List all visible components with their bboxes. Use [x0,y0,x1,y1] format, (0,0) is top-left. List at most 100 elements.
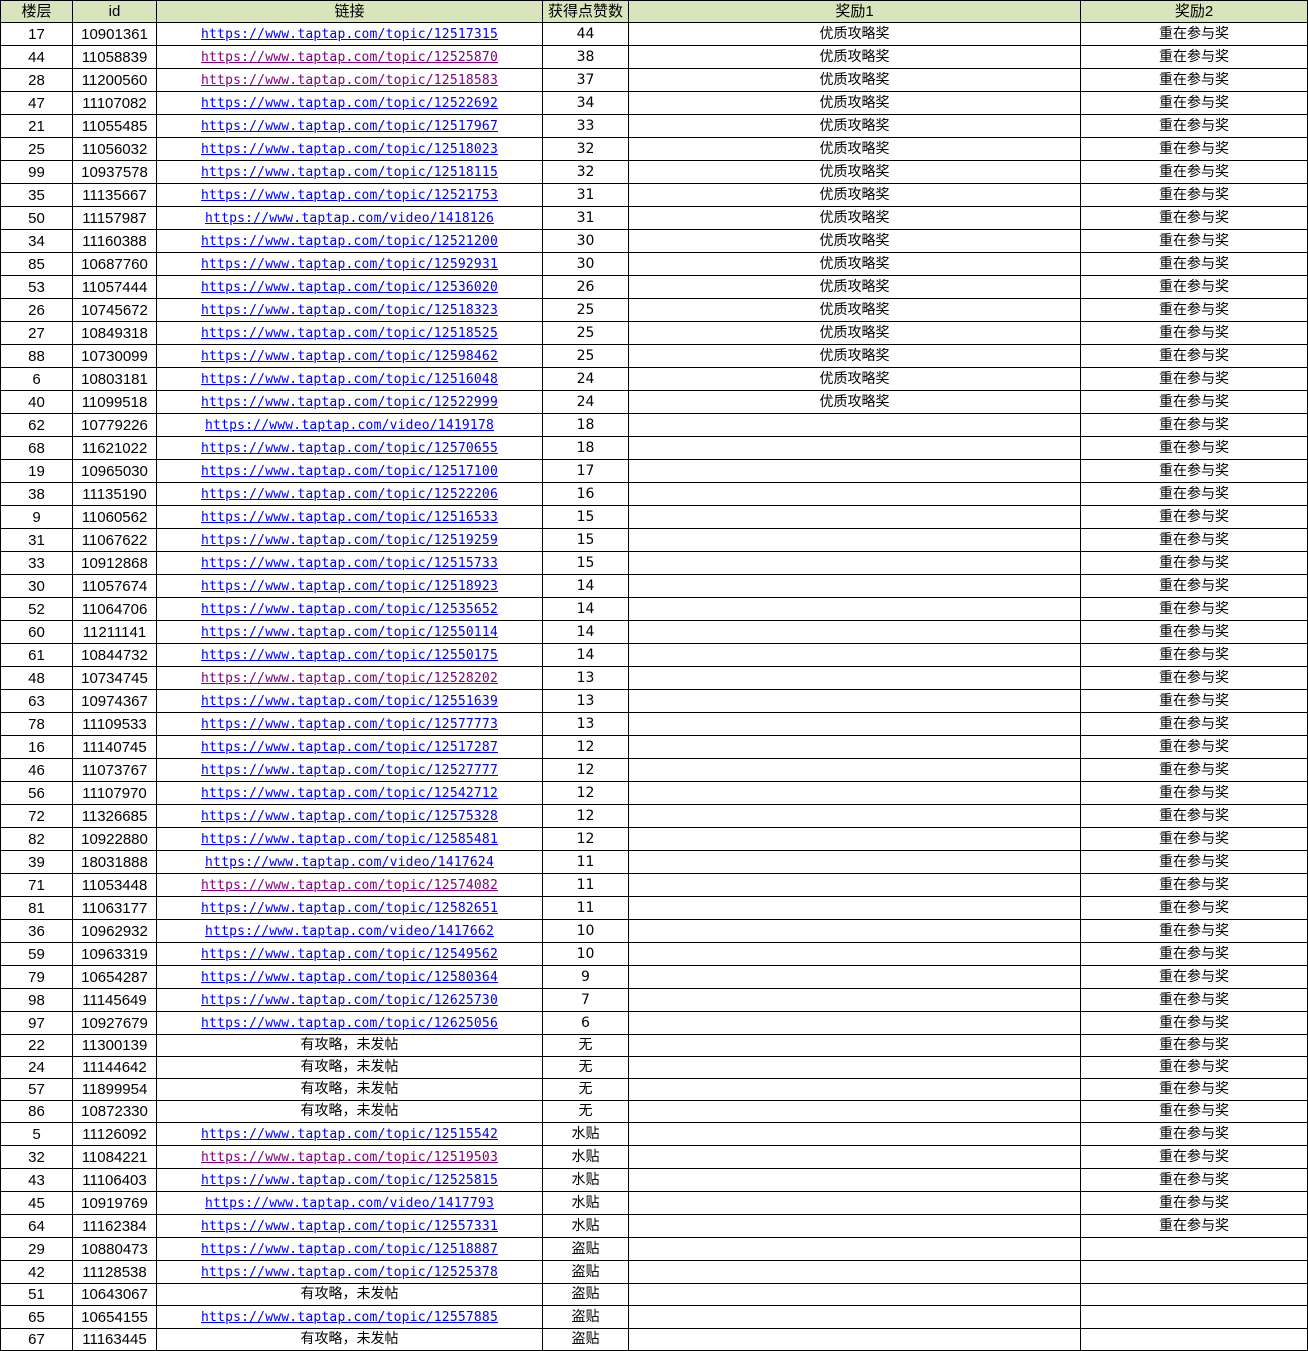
cell-id[interactable]: 10730099 [72,344,157,368]
cell-id[interactable]: 18031888 [72,850,157,874]
cell-id[interactable]: 10922880 [72,827,157,851]
cell-floor[interactable]: 81 [0,896,73,920]
cell-floor[interactable]: 99 [0,160,73,184]
cell-id[interactable]: 11144642 [72,1056,157,1079]
post-link[interactable]: https://www.taptap.com/topic/12517315 [201,27,498,42]
cell-likes[interactable]: 7 [542,988,629,1012]
cell-reward1[interactable] [628,781,1081,805]
cell-floor[interactable]: 6 [0,367,73,391]
cell-likes[interactable]: 盗贴 [542,1237,629,1261]
cell-likes[interactable]: 33 [542,114,629,138]
cell-reward1[interactable] [628,1100,1081,1123]
cell-reward2[interactable]: 重在参与奖 [1080,896,1308,920]
cell-reward1[interactable] [628,1011,1081,1035]
cell-likes[interactable]: 25 [542,344,629,368]
cell-reward1[interactable] [628,505,1081,529]
cell-reward2[interactable]: 重在参与奖 [1080,1122,1308,1146]
cell-link[interactable]: https://www.taptap.com/topic/12518583 [156,68,543,92]
post-link[interactable]: https://www.taptap.com/topic/12518115 [201,165,498,180]
post-link[interactable]: https://www.taptap.com/video/1419178 [205,418,494,433]
cell-floor[interactable]: 45 [0,1191,73,1215]
cell-likes[interactable]: 12 [542,781,629,805]
cell-link[interactable]: https://www.taptap.com/topic/12522206 [156,482,543,506]
cell-reward1[interactable] [628,965,1081,989]
cell-link[interactable]: https://www.taptap.com/topic/12535652 [156,597,543,621]
cell-likes[interactable]: 31 [542,206,629,230]
cell-link[interactable]: https://www.taptap.com/topic/12519259 [156,528,543,552]
cell-reward1[interactable]: 优质攻略奖 [628,45,1081,69]
cell-link-note[interactable]: 有攻略，未发帖 [156,1056,543,1079]
cell-floor[interactable]: 57 [0,1078,73,1101]
cell-link[interactable]: https://www.taptap.com/topic/12518923 [156,574,543,598]
cell-id[interactable]: 11067622 [72,528,157,552]
cell-likes[interactable]: 14 [542,597,629,621]
cell-floor[interactable]: 48 [0,666,73,690]
cell-likes[interactable]: 15 [542,505,629,529]
cell-likes[interactable]: 12 [542,735,629,759]
cell-floor[interactable]: 30 [0,574,73,598]
cell-reward1[interactable] [628,942,1081,966]
cell-reward2[interactable]: 重在参与奖 [1080,1191,1308,1215]
cell-reward2[interactable]: 重在参与奖 [1080,1168,1308,1192]
cell-id[interactable]: 10962932 [72,919,157,943]
cell-reward1[interactable] [628,551,1081,575]
cell-reward1[interactable] [628,1305,1081,1329]
cell-likes[interactable]: 18 [542,413,629,437]
cell-link[interactable]: https://www.taptap.com/topic/12515542 [156,1122,543,1146]
cell-floor[interactable]: 29 [0,1237,73,1261]
cell-reward1[interactable]: 优质攻略奖 [628,298,1081,322]
cell-reward2[interactable]: 重在参与奖 [1080,183,1308,207]
cell-floor[interactable]: 56 [0,781,73,805]
cell-id[interactable]: 10643067 [72,1283,157,1306]
cell-id[interactable]: 10901361 [72,22,157,46]
cell-likes[interactable]: 水贴 [542,1145,629,1169]
cell-reward2[interactable]: 重在参与奖 [1080,413,1308,437]
cell-reward2[interactable]: 重在参与奖 [1080,551,1308,575]
cell-reward2[interactable]: 重在参与奖 [1080,689,1308,713]
cell-reward2[interactable] [1080,1283,1308,1306]
cell-reward2[interactable]: 重在参与奖 [1080,574,1308,598]
cell-link[interactable]: https://www.taptap.com/topic/12515733 [156,551,543,575]
cell-floor[interactable]: 71 [0,873,73,897]
cell-link[interactable]: https://www.taptap.com/topic/12598462 [156,344,543,368]
cell-floor[interactable]: 27 [0,321,73,345]
cell-reward2[interactable]: 重在参与奖 [1080,229,1308,253]
cell-reward1[interactable] [628,712,1081,736]
cell-reward1[interactable] [628,804,1081,828]
post-link[interactable]: https://www.taptap.com/video/1417624 [205,855,494,870]
cell-likes[interactable]: 11 [542,896,629,920]
cell-link[interactable]: https://www.taptap.com/topic/12582651 [156,896,543,920]
cell-reward2[interactable]: 重在参与奖 [1080,758,1308,782]
cell-id[interactable]: 11899954 [72,1078,157,1101]
cell-likes[interactable]: 18 [542,436,629,460]
cell-floor[interactable]: 63 [0,689,73,713]
cell-reward2[interactable]: 重在参与奖 [1080,298,1308,322]
cell-reward2[interactable]: 重在参与奖 [1080,505,1308,529]
cell-floor[interactable]: 72 [0,804,73,828]
cell-likes[interactable]: 无 [542,1100,629,1123]
cell-floor[interactable]: 9 [0,505,73,529]
cell-id[interactable]: 11140745 [72,735,157,759]
cell-likes[interactable]: 25 [542,321,629,345]
cell-id[interactable]: 11157987 [72,206,157,230]
cell-floor[interactable]: 43 [0,1168,73,1192]
cell-id[interactable]: 11058839 [72,45,157,69]
cell-reward2[interactable]: 重在参与奖 [1080,1056,1308,1079]
post-link[interactable]: https://www.taptap.com/topic/12527777 [201,763,498,778]
cell-floor[interactable]: 21 [0,114,73,138]
post-link[interactable]: https://www.taptap.com/topic/12521753 [201,188,498,203]
cell-floor[interactable]: 52 [0,597,73,621]
cell-likes[interactable]: 38 [542,45,629,69]
cell-reward1[interactable] [628,1214,1081,1238]
cell-floor[interactable]: 97 [0,1011,73,1035]
cell-id[interactable]: 11326685 [72,804,157,828]
cell-reward1[interactable]: 优质攻略奖 [628,160,1081,184]
cell-reward2[interactable]: 重在参与奖 [1080,137,1308,161]
cell-reward1[interactable]: 优质攻略奖 [628,183,1081,207]
post-link[interactable]: https://www.taptap.com/topic/12515542 [201,1127,498,1142]
cell-likes[interactable]: 无 [542,1056,629,1079]
cell-reward2[interactable]: 重在参与奖 [1080,620,1308,644]
cell-link[interactable]: https://www.taptap.com/topic/12557885 [156,1305,543,1329]
cell-likes[interactable]: 15 [542,528,629,552]
cell-reward1[interactable] [628,827,1081,851]
